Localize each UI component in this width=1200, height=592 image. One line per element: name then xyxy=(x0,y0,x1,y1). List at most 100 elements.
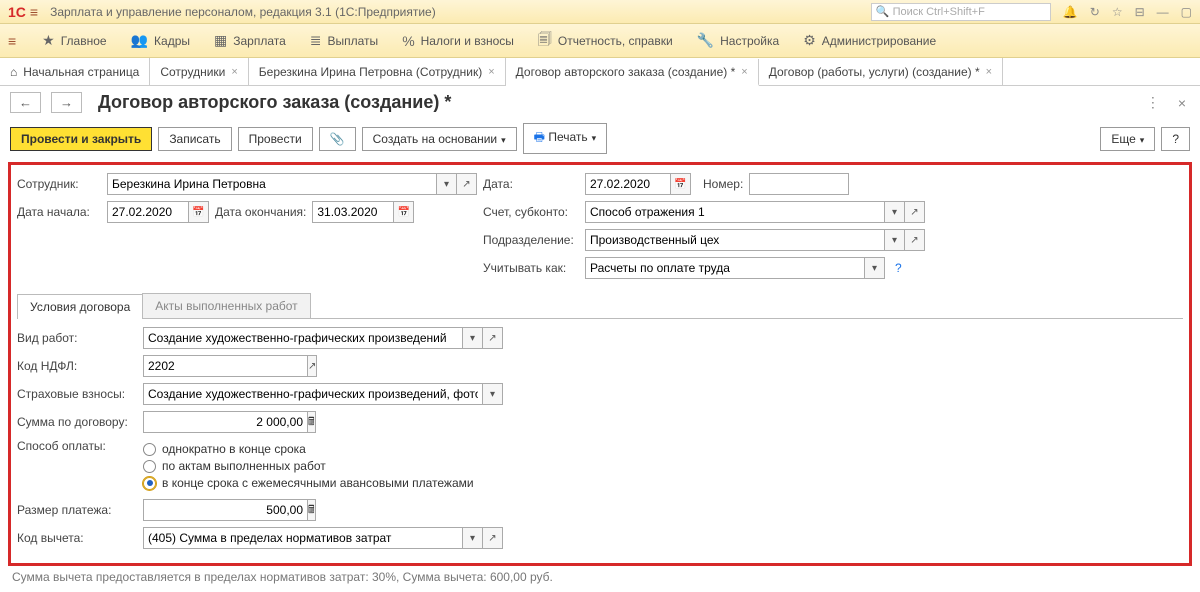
end-input[interactable] xyxy=(312,201,394,223)
ndfl-label: Код НДФЛ: xyxy=(17,359,137,373)
dropdown-icon[interactable]: ▾ xyxy=(865,257,885,279)
attach-button[interactable]: 📎 xyxy=(319,127,356,151)
menubar: ≡ ★Главное 👥Кадры ▦Зарплата ≣Выплаты %На… xyxy=(0,24,1200,58)
close-icon[interactable]: × xyxy=(231,66,237,78)
double-bar-icon[interactable]: ⊟ xyxy=(1135,5,1145,19)
tab-contract-author[interactable]: Договор авторского заказа (создание) *× xyxy=(506,59,759,86)
sum-input[interactable] xyxy=(143,411,308,433)
close-icon[interactable]: × xyxy=(488,66,494,78)
dropdown-icon[interactable]: ▾ xyxy=(437,173,457,195)
calendar-icon[interactable]: 📅 xyxy=(189,201,209,223)
dropdown-icon[interactable]: ▾ xyxy=(483,383,503,405)
open-ref-icon[interactable]: ↗ xyxy=(905,201,925,223)
tab-employees[interactable]: Сотрудники× xyxy=(150,58,248,85)
create-on-button[interactable]: Создать на основании▾ xyxy=(362,127,517,151)
account-input[interactable] xyxy=(585,201,885,223)
help-icon[interactable]: ? xyxy=(895,261,902,275)
save-button[interactable]: Записать xyxy=(158,127,231,151)
tabbar: ⌂Начальная страница Сотрудники× Березкин… xyxy=(0,58,1200,86)
minimize-icon[interactable]: — xyxy=(1157,5,1169,19)
post-button[interactable]: Провести xyxy=(238,127,313,151)
sum-label: Сумма по договору: xyxy=(17,415,137,429)
print-button[interactable]: 🖶 Печать▾ xyxy=(523,123,608,154)
open-ref-icon[interactable]: ↗ xyxy=(483,527,503,549)
pay-option-1[interactable]: однократно в конце срока xyxy=(143,442,474,456)
gear-icon: ⚙ xyxy=(803,32,816,49)
menu-icon[interactable]: ≡ xyxy=(30,4,38,20)
deduction-input[interactable] xyxy=(143,527,463,549)
open-ref-icon[interactable]: ↗ xyxy=(308,355,317,377)
dept-input[interactable] xyxy=(585,229,885,251)
wrench-icon: 🔧 xyxy=(697,32,714,49)
titlebar: 1C ≡ Зарплата и управление персоналом, р… xyxy=(0,0,1200,24)
back-button[interactable]: ← xyxy=(10,92,41,113)
bell-icon[interactable]: 🔔 xyxy=(1063,5,1078,19)
pay-option-3[interactable]: в конце срока с ежемесячными авансовыми … xyxy=(143,476,474,490)
number-label: Номер: xyxy=(703,177,743,191)
app-logo: 1C xyxy=(8,4,26,20)
menu-payments[interactable]: ≣Выплаты xyxy=(300,28,388,53)
inner-tab-conditions[interactable]: Условия договора xyxy=(17,294,143,319)
pay-option-2[interactable]: по актам выполненных работ xyxy=(143,459,474,473)
employee-input[interactable] xyxy=(107,173,437,195)
open-ref-icon[interactable]: ↗ xyxy=(457,173,477,195)
ndfl-input[interactable] xyxy=(143,355,308,377)
search-input[interactable]: 🔍 Поиск Ctrl+Shift+F xyxy=(871,3,1051,21)
menu-settings[interactable]: 🔧Настройка xyxy=(687,28,790,53)
post-close-button[interactable]: Провести и закрыть xyxy=(10,127,152,151)
menu-main[interactable]: ★Главное xyxy=(32,28,116,53)
inner-tab-acts[interactable]: Акты выполненных работ xyxy=(142,293,310,318)
calendar-icon[interactable]: 📅 xyxy=(671,173,691,195)
tab-contract-work[interactable]: Договор (работы, услуги) (создание) *× xyxy=(759,58,1003,85)
grid-icon: ▦ xyxy=(214,32,227,49)
pay-method-label: Способ оплаты: xyxy=(17,439,137,453)
close-icon[interactable]: × xyxy=(741,66,747,78)
history-icon[interactable]: ↻ xyxy=(1090,5,1100,19)
open-ref-icon[interactable]: ↗ xyxy=(905,229,925,251)
number-input[interactable] xyxy=(749,173,849,195)
calculator-icon[interactable]: 🖩 xyxy=(308,411,316,433)
star-icon: ★ xyxy=(42,32,55,49)
menu-kadry[interactable]: 👥Кадры xyxy=(121,28,200,53)
maximize-icon[interactable]: ▢ xyxy=(1181,5,1192,19)
app-title: Зарплата и управление персоналом, редакц… xyxy=(50,5,871,19)
sections-icon[interactable]: ≡ xyxy=(8,33,16,49)
tab-home[interactable]: ⌂Начальная страница xyxy=(0,58,150,85)
nav-row: ← → Договор авторского заказа (создание)… xyxy=(0,86,1200,119)
menu-reports[interactable]: 🗐Отчетность, справки xyxy=(528,25,683,57)
date-input[interactable] xyxy=(585,173,671,195)
calendar-icon[interactable]: 📅 xyxy=(394,201,414,223)
percent-icon: % xyxy=(402,33,414,49)
menu-taxes[interactable]: %Налоги и взносы xyxy=(392,29,524,53)
calculator-icon[interactable]: 🖩 xyxy=(308,499,316,521)
start-input[interactable] xyxy=(107,201,189,223)
list-icon: ≣ xyxy=(310,32,322,49)
open-ref-icon[interactable]: ↗ xyxy=(483,327,503,349)
print-icon: 🖶 xyxy=(534,130,549,144)
menu-salary[interactable]: ▦Зарплата xyxy=(204,28,296,53)
tab-employee[interactable]: Березкина Ирина Петровна (Сотрудник)× xyxy=(249,58,506,85)
dropdown-icon[interactable]: ▾ xyxy=(885,229,905,251)
dropdown-icon[interactable]: ▾ xyxy=(463,527,483,549)
dropdown-icon[interactable]: ▾ xyxy=(885,201,905,223)
forward-button[interactable]: → xyxy=(51,92,82,113)
close-icon[interactable]: × xyxy=(986,66,992,78)
doc-icon: 🗐 xyxy=(538,29,552,53)
dropdown-icon[interactable]: ▾ xyxy=(463,327,483,349)
form-area: Сотрудник: ▾ ↗ Дата начала: 📅 Дата оконч… xyxy=(8,162,1192,566)
more-button[interactable]: Еще▾ xyxy=(1100,127,1155,151)
help-button[interactable]: ? xyxy=(1161,127,1190,151)
treat-input[interactable] xyxy=(585,257,865,279)
payment-size-input[interactable] xyxy=(143,499,308,521)
kebab-icon[interactable]: ⋮ xyxy=(1142,94,1164,111)
payment-size-label: Размер платежа: xyxy=(17,503,137,517)
close-page-icon[interactable]: × xyxy=(1174,95,1190,111)
dept-label: Подразделение: xyxy=(483,233,579,247)
star-icon[interactable]: ☆ xyxy=(1112,5,1123,19)
menu-admin[interactable]: ⚙Администрирование xyxy=(793,28,946,53)
account-label: Счет, субконто: xyxy=(483,205,579,219)
contrib-label: Страховые взносы: xyxy=(17,387,137,401)
paperclip-icon: 📎 xyxy=(330,132,345,146)
work-type-input[interactable] xyxy=(143,327,463,349)
contrib-input[interactable] xyxy=(143,383,483,405)
